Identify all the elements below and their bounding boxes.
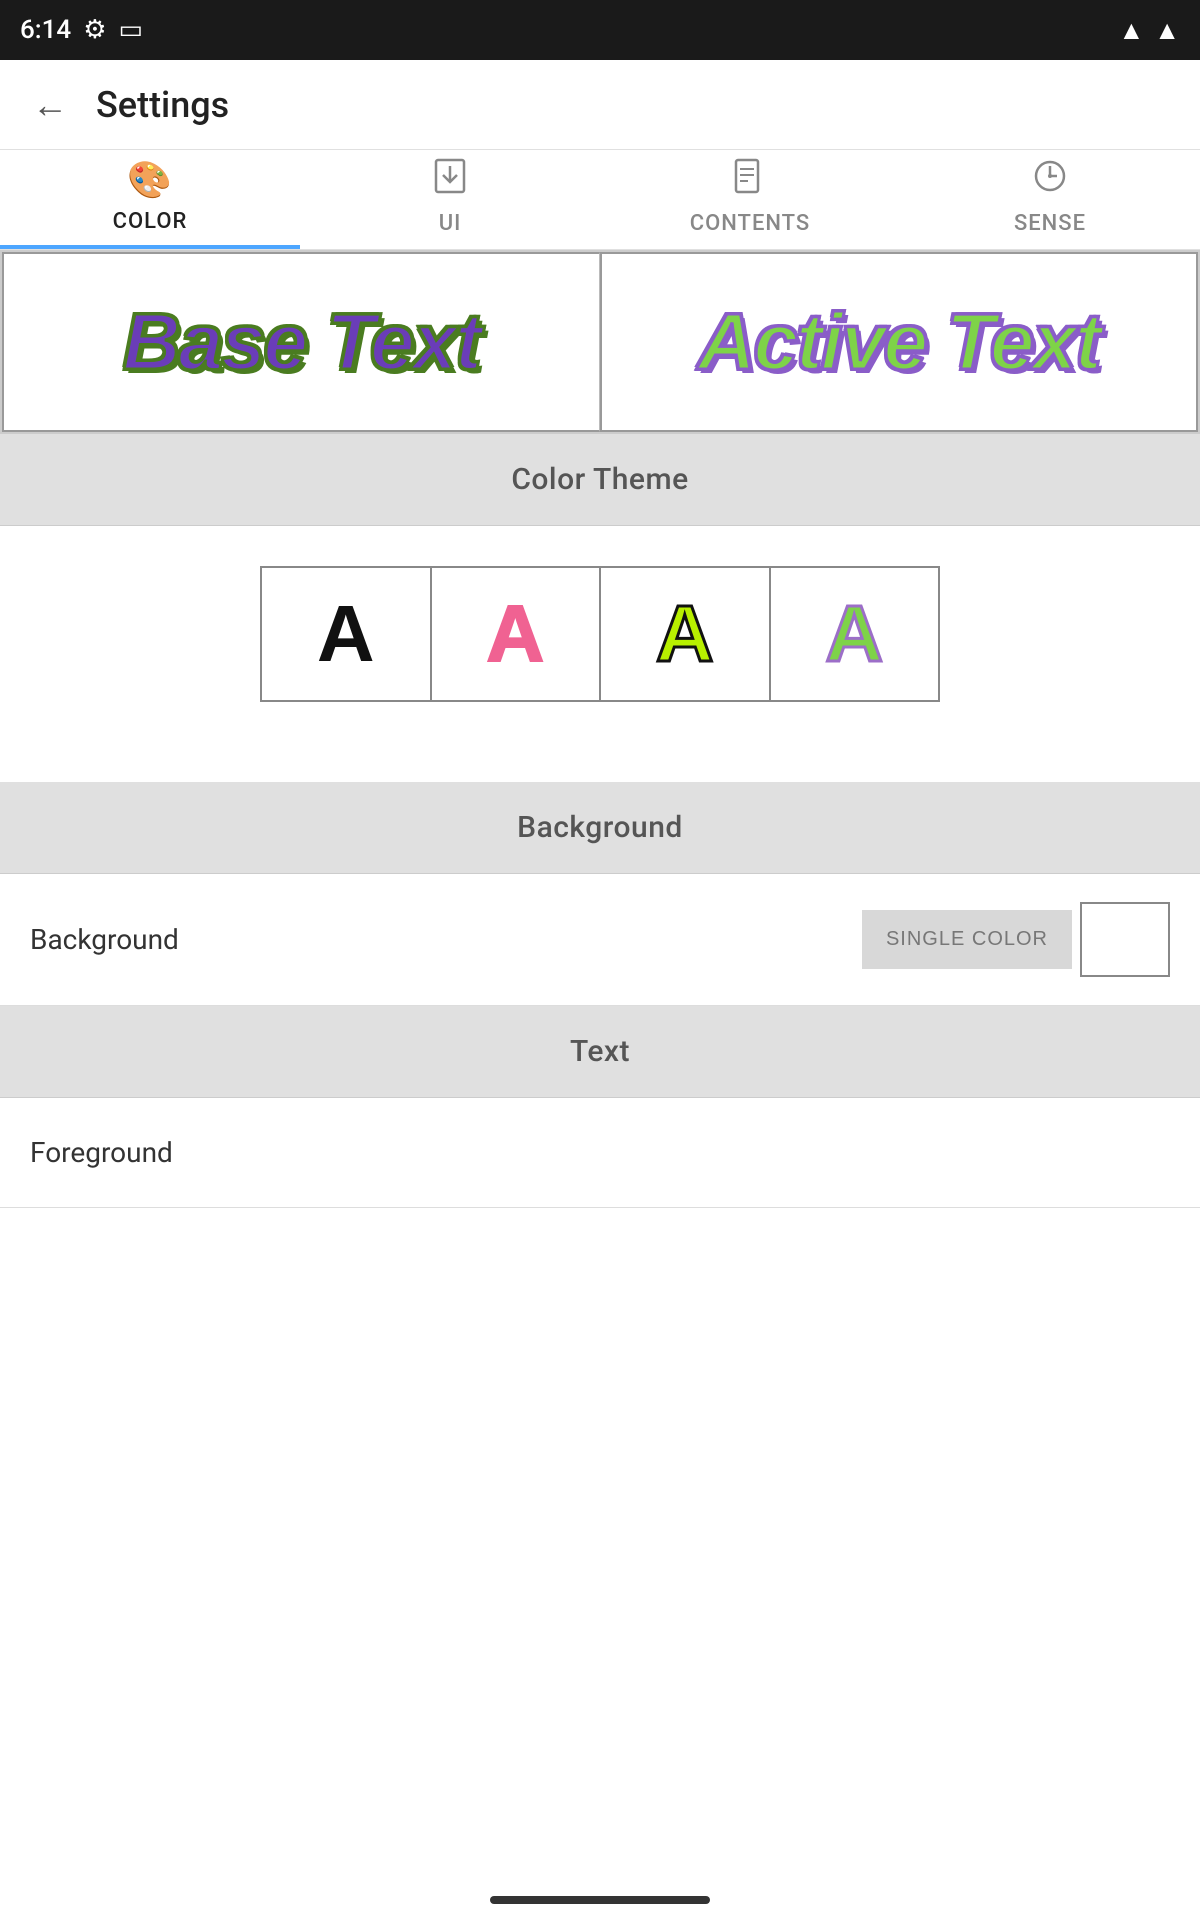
color-theme-section: A A A A — [0, 526, 1200, 742]
tab-sense[interactable]: SENSE — [900, 150, 1200, 249]
base-text-card[interactable]: Base Text — [2, 252, 600, 432]
home-indicator — [490, 1896, 710, 1904]
color-option-black-letter: A — [317, 588, 375, 680]
tab-ui[interactable]: UI — [300, 150, 600, 249]
background-header: Background — [0, 782, 1200, 873]
sense-tab-icon — [1032, 158, 1068, 203]
tab-ui-label: UI — [439, 211, 462, 236]
color-theme-header: Color Theme — [0, 434, 1200, 525]
single-color-button[interactable]: SINGLE COLOR — [862, 910, 1072, 969]
color-option-black[interactable]: A — [262, 568, 432, 700]
signal-icon: ▲ — [1154, 15, 1180, 46]
background-section: Background SINGLE COLOR — [0, 874, 1200, 1006]
status-right: ▲ ▲ — [1119, 15, 1180, 46]
top-bar: ← Settings — [0, 60, 1200, 150]
foreground-row: Foreground — [0, 1098, 1200, 1208]
active-text-card[interactable]: Active Text — [600, 252, 1199, 432]
tab-contents-label: CONTENTS — [690, 211, 811, 236]
status-left: 6:14 ⚙ ▭ — [20, 15, 143, 45]
tab-contents[interactable]: CONTENTS — [600, 150, 900, 249]
status-bar: 6:14 ⚙ ▭ ▲ ▲ — [0, 0, 1200, 60]
color-option-purple-green-letter: A — [825, 588, 883, 680]
background-row: Background SINGLE COLOR — [0, 874, 1200, 1006]
status-time: 6:14 — [20, 15, 71, 45]
ui-tab-icon — [432, 158, 468, 203]
tab-color[interactable]: 🎨 COLOR — [0, 150, 300, 249]
tab-bar: 🎨 COLOR UI CONTENTS — [0, 150, 1200, 250]
color-swatch-white[interactable] — [1080, 902, 1170, 977]
battery-icon: ▭ — [119, 15, 144, 45]
settings-icon: ⚙ — [83, 15, 106, 45]
contents-tab-icon — [732, 158, 768, 203]
color-options-group: A A A A — [260, 566, 940, 702]
background-row-label: Background — [30, 923, 179, 956]
gap-1 — [0, 742, 1200, 782]
color-tab-icon: 🎨 — [127, 159, 173, 201]
preview-section: Base Text Active Text — [0, 250, 1200, 434]
color-option-pink-letter: A — [486, 588, 544, 680]
wifi-icon: ▲ — [1119, 15, 1145, 46]
color-option-purple-green[interactable]: A — [771, 568, 939, 700]
tab-sense-label: SENSE — [1014, 211, 1086, 236]
foreground-label: Foreground — [30, 1136, 173, 1169]
page-title: Settings — [96, 84, 229, 126]
base-text-preview: Base Text — [123, 296, 480, 388]
color-option-neon-letter: A — [656, 588, 714, 680]
text-section: Foreground — [0, 1098, 1200, 1208]
back-button[interactable]: ← — [24, 76, 76, 134]
background-controls: SINGLE COLOR — [862, 902, 1170, 977]
color-option-pink[interactable]: A — [432, 568, 602, 700]
tab-color-label: COLOR — [113, 209, 188, 234]
color-option-neon[interactable]: A — [601, 568, 771, 700]
text-section-header: Text — [0, 1006, 1200, 1097]
active-text-preview: Active Text — [698, 296, 1100, 388]
